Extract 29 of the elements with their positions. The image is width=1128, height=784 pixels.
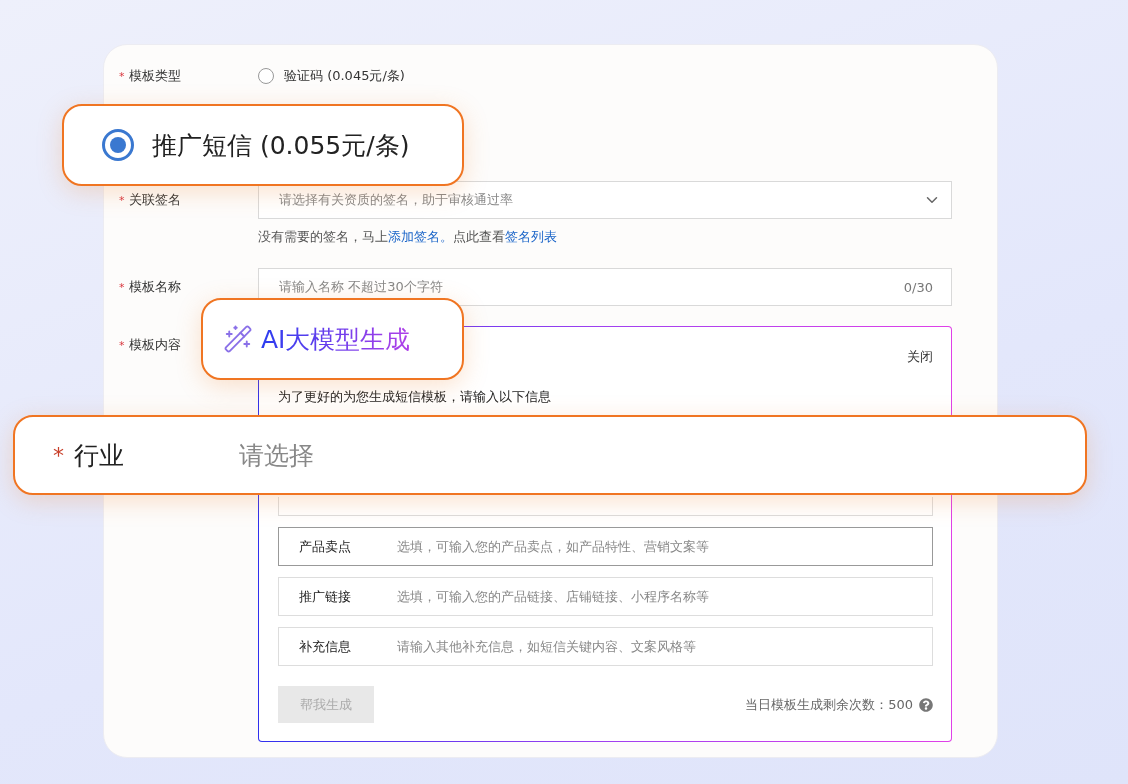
required-mark: * [119,193,125,207]
link[interactable]: 添加签名。 [388,229,453,244]
required-mark: * [119,338,125,352]
option-label: 验证码 (0.045元/条) [284,67,405,85]
field-label: 行业 [74,439,124,472]
required-mark: * [119,280,125,294]
link[interactable]: 签名列表 [505,229,557,244]
input-field[interactable]: 请输入名称 不超过30个字符 0/30 [258,268,952,306]
input-field[interactable]: 产品卖点 选填，可输入您的产品卖点，如产品特性、营销文案等 [278,527,933,566]
input-field[interactable]: 补充信息 请输入其他补充信息，如短信关键内容、文案风格等 [278,627,933,666]
field-label: 模板名称 [128,278,181,296]
close-link[interactable]: 关闭 [907,348,933,366]
radio-button[interactable] [258,68,274,84]
intro-text: 为了更好的为您生成短信模板，请输入以下信息 [278,388,552,406]
signature-select[interactable]: 请选择有关资质的签名，助于审核通过率 [258,181,952,219]
character-counter: 0/30 [903,279,933,295]
select-placeholder[interactable]: 请选择 [239,438,314,472]
input-field[interactable]: 推广链接 选填，可输入您的产品链接、店铺链接、小程序名称等 [278,577,933,616]
field-label: 关联签名 [128,191,181,209]
required-mark: * [53,442,64,468]
radio-button[interactable] [102,129,134,161]
option-label: 推广短信 (0.055元/条) [152,129,410,162]
magic-wand-icon [223,324,253,354]
required-mark: * [119,69,125,83]
quota-text: 当日模板生成剩余次数：500 [745,695,913,714]
help-text: 没有需要的签名，马上添加签名。点此查看签名列表 [258,228,558,246]
field-label: 模板类型 [128,67,181,85]
help-icon[interactable] [919,697,933,712]
field-label: 模板内容 [128,336,181,354]
